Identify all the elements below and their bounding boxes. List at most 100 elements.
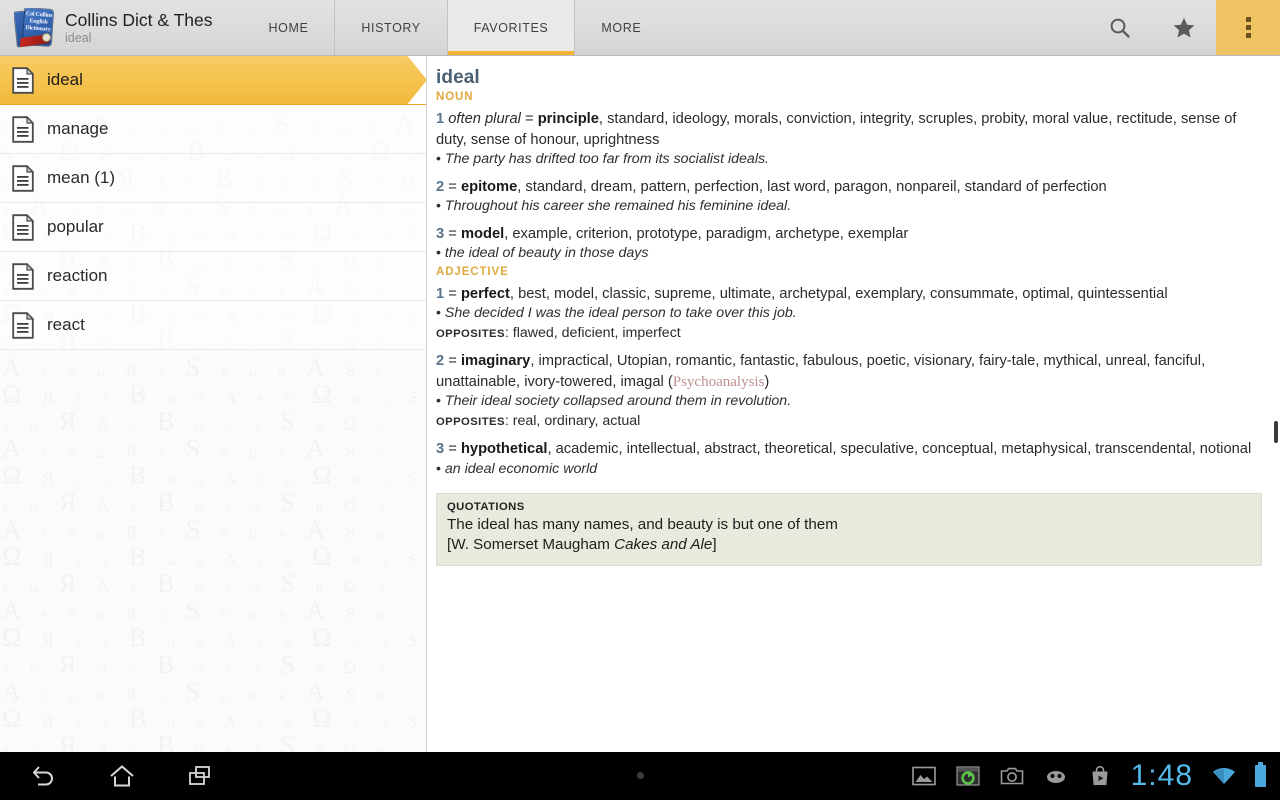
status-icons: 1:48 (911, 761, 1280, 791)
recent-apps-button[interactable] (180, 756, 220, 796)
sense-head-synonym: hypothetical (460, 441, 548, 457)
quotation-source-title: Cakes and Ale (614, 536, 713, 553)
list-item[interactable]: popular (0, 203, 426, 252)
overflow-menu-icon (1245, 17, 1251, 38)
opposites-label: OPPOSITES (436, 415, 505, 428)
list-item[interactable]: manage (0, 105, 426, 154)
sense-block: 3 = hypothetical, academic, intellectual… (436, 439, 1262, 460)
list-item-label: manage (47, 119, 109, 138)
navigation-buttons (0, 756, 220, 796)
gallery-icon[interactable] (911, 763, 937, 789)
back-button[interactable] (24, 756, 64, 796)
app-subtitle: ideal (65, 30, 92, 45)
document-icon (12, 311, 34, 339)
screen-root: Col Collins English Dictionary Collins D… (0, 0, 1280, 800)
list-item[interactable]: react (0, 301, 426, 350)
sense-block: 1 = perfect, best, model, classic, supre… (436, 284, 1262, 305)
favorites-list: ideal manage mean (1) popular reaction r… (0, 56, 426, 350)
list-item[interactable]: reaction (0, 252, 426, 301)
quotation-source-suffix: ] (712, 536, 717, 553)
quotation-source: [W. Somerset Maugham Cakes and Ale] (447, 535, 1251, 555)
sense-head-synonym: principle (537, 111, 599, 127)
home-indicator-dot (637, 772, 644, 779)
opposites-label: OPPOSITES (436, 327, 505, 340)
list-item-label: react (47, 315, 85, 334)
camera-icon[interactable] (999, 763, 1025, 789)
tab-favorites[interactable]: FAVORITES (446, 0, 575, 55)
sense-block: 2 = imaginary, impractical, Utopian, rom… (436, 351, 1262, 392)
action-bar-spacer (667, 0, 1088, 55)
sense-example-text: Throughout his career she remained his f… (444, 198, 792, 214)
sense-synonyms-tail: ) (764, 373, 770, 390)
opposites-values: : real, ordinary, actual (504, 412, 641, 429)
list-item[interactable]: mean (1) (0, 154, 426, 203)
overflow-menu-button[interactable] (1216, 0, 1280, 55)
sense-synonyms: , impractical, Utopian, romantic, fantas… (436, 353, 1206, 390)
play-store-icon[interactable] (1087, 763, 1113, 789)
battery-icon (1255, 762, 1266, 787)
document-icon (12, 213, 34, 241)
list-item-label: reaction (47, 266, 108, 285)
sense-number: 1 (436, 111, 445, 127)
entry-panel[interactable]: ideal NOUN 1 often plural = principle, s… (427, 56, 1280, 752)
quotations-box: QUOTATIONS The ideal has many names, and… (436, 493, 1262, 566)
tab-home[interactable]: HOME (243, 0, 335, 55)
sense-equals: = (448, 178, 457, 195)
sense-synonyms: , academic, intellectual, abstract, theo… (547, 441, 1252, 457)
app-brand[interactable]: Col Collins English Dictionary Collins D… (0, 0, 221, 55)
tab-more[interactable]: MORE (574, 0, 667, 55)
sense-equals: = (525, 111, 534, 127)
document-icon (12, 66, 34, 94)
home-icon (110, 765, 134, 787)
favorites-button[interactable] (1152, 0, 1216, 55)
sense-head-synonym: perfect (460, 285, 510, 302)
action-bar: Col Collins English Dictionary Collins D… (0, 0, 1280, 56)
sense-equals: = (448, 285, 457, 302)
screenshot-sync-icon[interactable] (955, 763, 981, 789)
list-item-label: mean (1) (47, 168, 116, 187)
sense-number: 3 (436, 225, 445, 242)
opposites-values: : flawed, deficient, imperfect (504, 324, 681, 341)
document-icon (12, 164, 34, 192)
recent-apps-icon (189, 766, 210, 785)
pane-divider (426, 56, 427, 752)
sense-block: 1 often plural = principle, standard, id… (436, 109, 1262, 150)
list-item-label: ideal (47, 70, 83, 89)
search-button[interactable] (1088, 0, 1152, 55)
tab-more-label: MORE (601, 20, 642, 35)
quotation-text: The ideal has many names, and beauty is … (447, 516, 838, 533)
list-item-label: popular (47, 217, 104, 236)
document-icon (12, 262, 34, 290)
back-icon (32, 766, 53, 786)
app-icon-label: Col Collins English Dictionary (25, 10, 53, 33)
sense-block: 3 = model, example, criterion, prototype… (436, 224, 1262, 245)
home-button[interactable] (102, 756, 142, 796)
sense-number: 2 (436, 178, 445, 195)
collins-english-dictionary-book-icon: Col Collins English Dictionary (14, 7, 54, 48)
tab-favorites-label: FAVORITES (473, 20, 549, 35)
sense-example-text: The party has drifted too far from its s… (444, 151, 770, 167)
sense-example: • The party has drifted too far from its… (436, 151, 770, 167)
opposites-line: OPPOSITES: real, ordinary, actual (436, 412, 1262, 433)
tab-bar: HOME HISTORY FAVORITES MORE (243, 0, 668, 55)
content-scrollbar[interactable] (1274, 421, 1278, 443)
sense-number: 3 (436, 441, 445, 457)
sense-example: • an ideal economic world (436, 460, 598, 477)
sense-equals: = (448, 353, 457, 369)
cyanogenmod-icon[interactable] (1043, 763, 1069, 789)
wifi-icon[interactable] (1211, 763, 1237, 789)
favorites-list-panel: A S B Ω Я A S B Ω Я A S B Ω Я A S B Ω Я … (0, 56, 426, 752)
sense-number: 2 (436, 353, 445, 369)
part-of-speech-label: NOUN (436, 91, 474, 103)
tab-history[interactable]: HISTORY (334, 0, 446, 55)
sense-example: • the ideal of beauty in those days (436, 245, 649, 261)
sense-head-synonym: model (460, 225, 505, 242)
sense-number: 1 (436, 285, 445, 302)
sense-head-synonym: epitome (460, 178, 518, 195)
sense-example: • She decided I was the ideal person to … (436, 305, 797, 321)
list-item[interactable]: ideal (0, 56, 426, 105)
tab-history-label: HISTORY (361, 20, 421, 35)
search-icon (1110, 18, 1130, 38)
sense-equals: = (448, 225, 457, 242)
sense-synonyms: , standard, dream, pattern, perfection, … (517, 178, 1107, 195)
